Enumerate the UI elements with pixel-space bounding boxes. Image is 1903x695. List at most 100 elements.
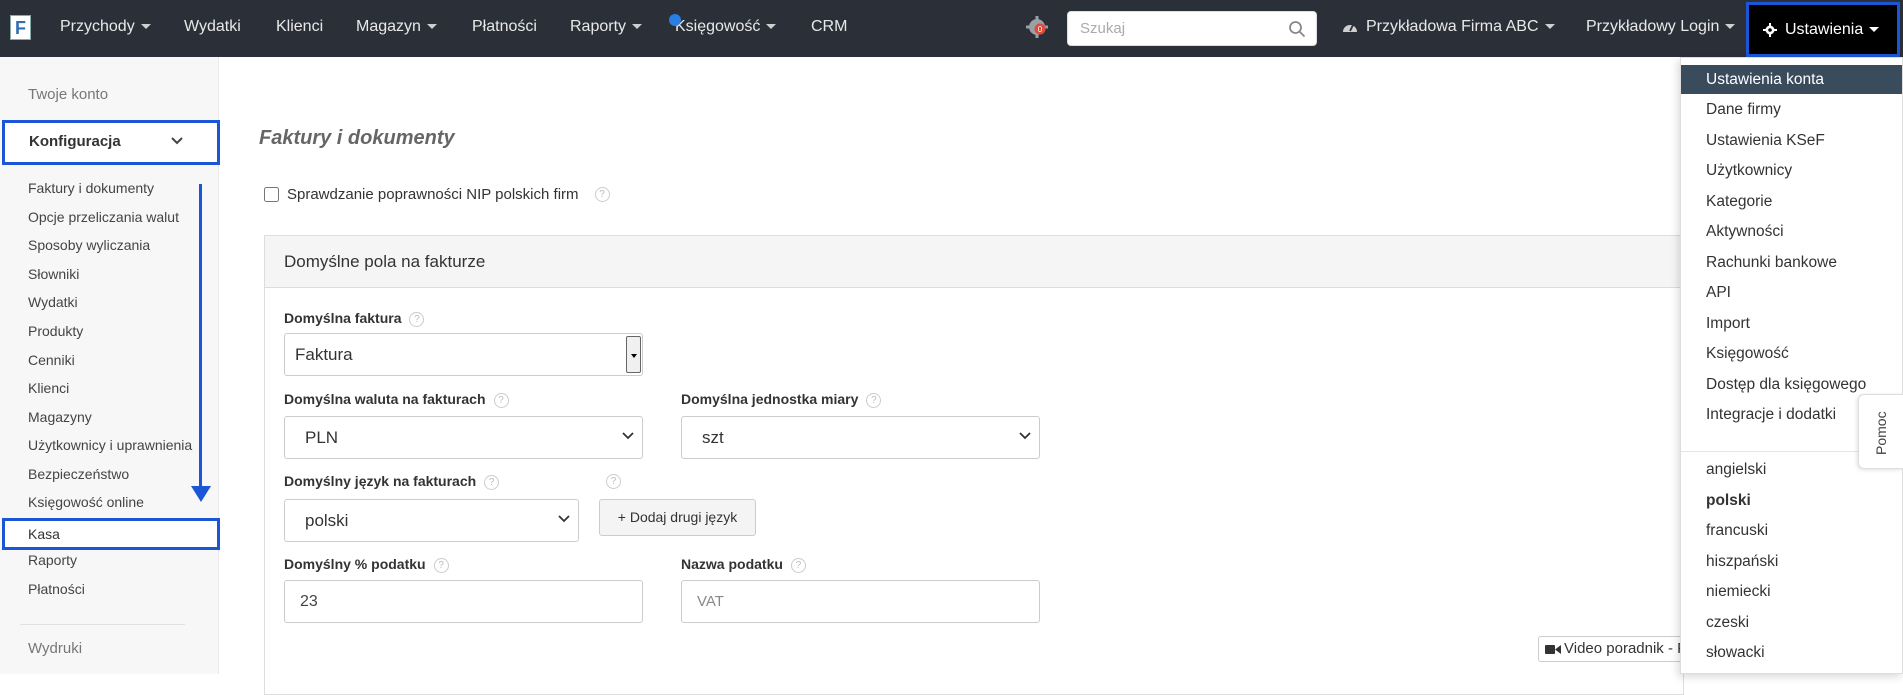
menu-item-aktywnosci[interactable]: Aktywności bbox=[1681, 217, 1902, 246]
sidebar-config-section[interactable]: Konfiguracja bbox=[2, 120, 220, 165]
nav-label: Wydatki bbox=[184, 18, 241, 35]
settings-label: Ustawienia bbox=[1785, 21, 1864, 38]
sidebar-divider bbox=[20, 624, 185, 625]
top-navbar: F Przychody Wydatki Klienci Magazyn Płat… bbox=[0, 0, 1903, 57]
nav-wydatki[interactable]: Wydatki bbox=[184, 0, 241, 57]
menu-item-dane-firmy[interactable]: Dane firmy bbox=[1681, 95, 1902, 124]
menu-lang-hiszpanski[interactable]: hiszpański bbox=[1681, 547, 1902, 576]
settings-dropdown-menu: Ustawienia konta Dane firmy Ustawienia K… bbox=[1680, 57, 1903, 674]
chevron-down-icon bbox=[171, 137, 183, 145]
sidebar-item-uzytkownicy[interactable]: Użytkownicy i uprawnienia bbox=[28, 437, 192, 453]
caret-down-icon bbox=[426, 24, 437, 30]
panel-title: Domyślne pola na fakturze bbox=[284, 252, 486, 271]
annotation-arrow-line bbox=[199, 184, 202, 494]
menu-lang-niemiecki[interactable]: niemiecki bbox=[1681, 577, 1902, 606]
sidebar-item-magazyny[interactable]: Magazyny bbox=[28, 409, 92, 425]
sidebar-item-cenniki[interactable]: Cenniki bbox=[28, 352, 75, 368]
notifications-gear-icon[interactable]: 0 bbox=[1026, 16, 1048, 38]
field-label-text: Domyślna waluta na fakturach bbox=[284, 391, 486, 407]
login-menu[interactable]: Przykładowy Login bbox=[1586, 0, 1736, 57]
help-side-tab[interactable]: Pomoc bbox=[1858, 394, 1903, 469]
nav-label: Magazyn bbox=[356, 18, 421, 35]
video-camera-icon bbox=[1545, 644, 1561, 654]
panel-header: Domyślne pola na fakturze bbox=[265, 236, 1683, 288]
nav-label: Księgowość bbox=[675, 18, 761, 35]
default-fields-panel: Domyślne pola na fakturze bbox=[264, 235, 1684, 695]
search-input[interactable] bbox=[1068, 12, 1278, 45]
tax-name-label: Nazwa podatku? bbox=[681, 556, 806, 573]
menu-item-ksiegowosc[interactable]: Księgowość bbox=[1681, 339, 1902, 368]
default-unit-select[interactable]: szt bbox=[681, 416, 1040, 459]
default-language-label: Domyślny język na fakturach? bbox=[284, 473, 500, 490]
caret-down-icon bbox=[632, 24, 643, 30]
nip-check-checkbox[interactable] bbox=[264, 187, 279, 202]
nav-crm[interactable]: CRM bbox=[811, 0, 847, 57]
sidebar-item-produkty[interactable]: Produkty bbox=[28, 323, 83, 339]
notification-dot-icon bbox=[669, 14, 681, 26]
sidebar-item-raporty[interactable]: Raporty bbox=[28, 552, 77, 568]
app-logo[interactable]: F bbox=[10, 15, 31, 40]
help-icon[interactable]: ? bbox=[493, 392, 509, 408]
help-icon[interactable]: ? bbox=[594, 187, 610, 202]
menu-lang-slowacki[interactable]: słowacki bbox=[1681, 638, 1902, 667]
menu-item-rachunki[interactable]: Rachunki bankowe bbox=[1681, 248, 1902, 277]
field-label-text: Domyślna faktura bbox=[284, 310, 402, 326]
add-second-language-button[interactable]: + Dodaj drugi język bbox=[599, 499, 756, 536]
menu-lang-czeski[interactable]: czeski bbox=[1681, 608, 1902, 637]
menu-item-kategorie[interactable]: Kategorie bbox=[1681, 187, 1902, 216]
menu-lang-francuski[interactable]: francuski bbox=[1681, 516, 1902, 545]
select-arrow-button[interactable] bbox=[626, 336, 641, 373]
nav-platnosci[interactable]: Płatności bbox=[472, 0, 537, 57]
sidebar-item-klienci[interactable]: Klienci bbox=[28, 380, 69, 396]
sidebar-item-kasa[interactable]: Kasa bbox=[2, 518, 220, 550]
sidebar-item-bezpieczenstwo[interactable]: Bezpieczeństwo bbox=[28, 466, 129, 482]
sidebar-prints-link[interactable]: Wydruki bbox=[28, 640, 82, 657]
select-value: Faktura bbox=[295, 345, 353, 364]
sidebar-item-sposoby[interactable]: Sposoby wyliczania bbox=[28, 237, 150, 253]
sidebar-config-label: Konfiguracja bbox=[29, 133, 121, 150]
nav-klienci[interactable]: Klienci bbox=[276, 0, 323, 57]
nav-label: Klienci bbox=[276, 18, 324, 35]
sidebar-item-ksiegowosc[interactable]: Księgowość online bbox=[28, 494, 144, 510]
help-icon[interactable]: ? bbox=[866, 392, 882, 408]
sidebar-item-slowniki[interactable]: Słowniki bbox=[28, 266, 79, 282]
help-icon[interactable]: ? bbox=[790, 557, 806, 573]
nav-label: CRM bbox=[811, 18, 848, 35]
sidebar-item-platnosci[interactable]: Płatności bbox=[28, 581, 85, 597]
sidebar-item-faktury[interactable]: Faktury i dokumenty bbox=[28, 180, 154, 196]
chevron-down-icon bbox=[558, 515, 570, 523]
default-language-select[interactable]: polski bbox=[284, 499, 579, 542]
company-name: Przykładowa Firma ABC bbox=[1366, 18, 1539, 35]
tax-name-input[interactable] bbox=[681, 580, 1040, 623]
menu-item-import[interactable]: Import bbox=[1681, 309, 1902, 338]
default-tax-input[interactable] bbox=[284, 580, 643, 623]
search-icon[interactable] bbox=[1288, 20, 1306, 38]
help-icon[interactable]: ? bbox=[433, 557, 449, 573]
company-selector[interactable]: Przykładowa Firma ABC bbox=[1342, 0, 1555, 57]
nav-magazyn[interactable]: Magazyn bbox=[356, 0, 437, 57]
caret-down-icon bbox=[1869, 27, 1880, 33]
video-guide-button[interactable]: Video poradnik - P bbox=[1538, 636, 1688, 662]
default-invoice-label: Domyślna faktura? bbox=[284, 310, 425, 327]
help-icon[interactable]: ? bbox=[484, 474, 500, 490]
sidebar-account-link[interactable]: Twoje konto bbox=[28, 86, 108, 103]
nav-label: Płatności bbox=[472, 18, 537, 35]
annotation-arrow-head bbox=[191, 486, 211, 502]
menu-item-ustawienia-konta[interactable]: Ustawienia konta bbox=[1681, 65, 1902, 94]
sidebar-item-wydatki[interactable]: Wydatki bbox=[28, 294, 78, 310]
menu-item-api[interactable]: API bbox=[1681, 278, 1902, 307]
nav-przychody[interactable]: Przychody bbox=[60, 0, 151, 57]
nav-ksiegowosc[interactable]: Księgowość bbox=[669, 0, 777, 57]
nav-raporty[interactable]: Raporty bbox=[570, 0, 643, 57]
menu-item-ksef[interactable]: Ustawienia KSeF bbox=[1681, 126, 1902, 155]
help-icon[interactable]: ? bbox=[606, 474, 621, 489]
sidebar-item-label: Kasa bbox=[28, 526, 60, 542]
menu-item-uzytkownicy[interactable]: Użytkownicy bbox=[1681, 156, 1902, 185]
default-invoice-select[interactable]: Faktura bbox=[284, 333, 643, 376]
menu-lang-polski[interactable]: polski bbox=[1681, 486, 1902, 515]
default-currency-select[interactable]: PLN bbox=[284, 416, 643, 459]
sidebar-item-waluty[interactable]: Opcje przeliczania walut bbox=[28, 209, 179, 225]
help-icon[interactable]: ? bbox=[409, 311, 425, 327]
caret-down-icon bbox=[766, 24, 777, 30]
settings-button[interactable]: Ustawienia bbox=[1746, 2, 1900, 57]
